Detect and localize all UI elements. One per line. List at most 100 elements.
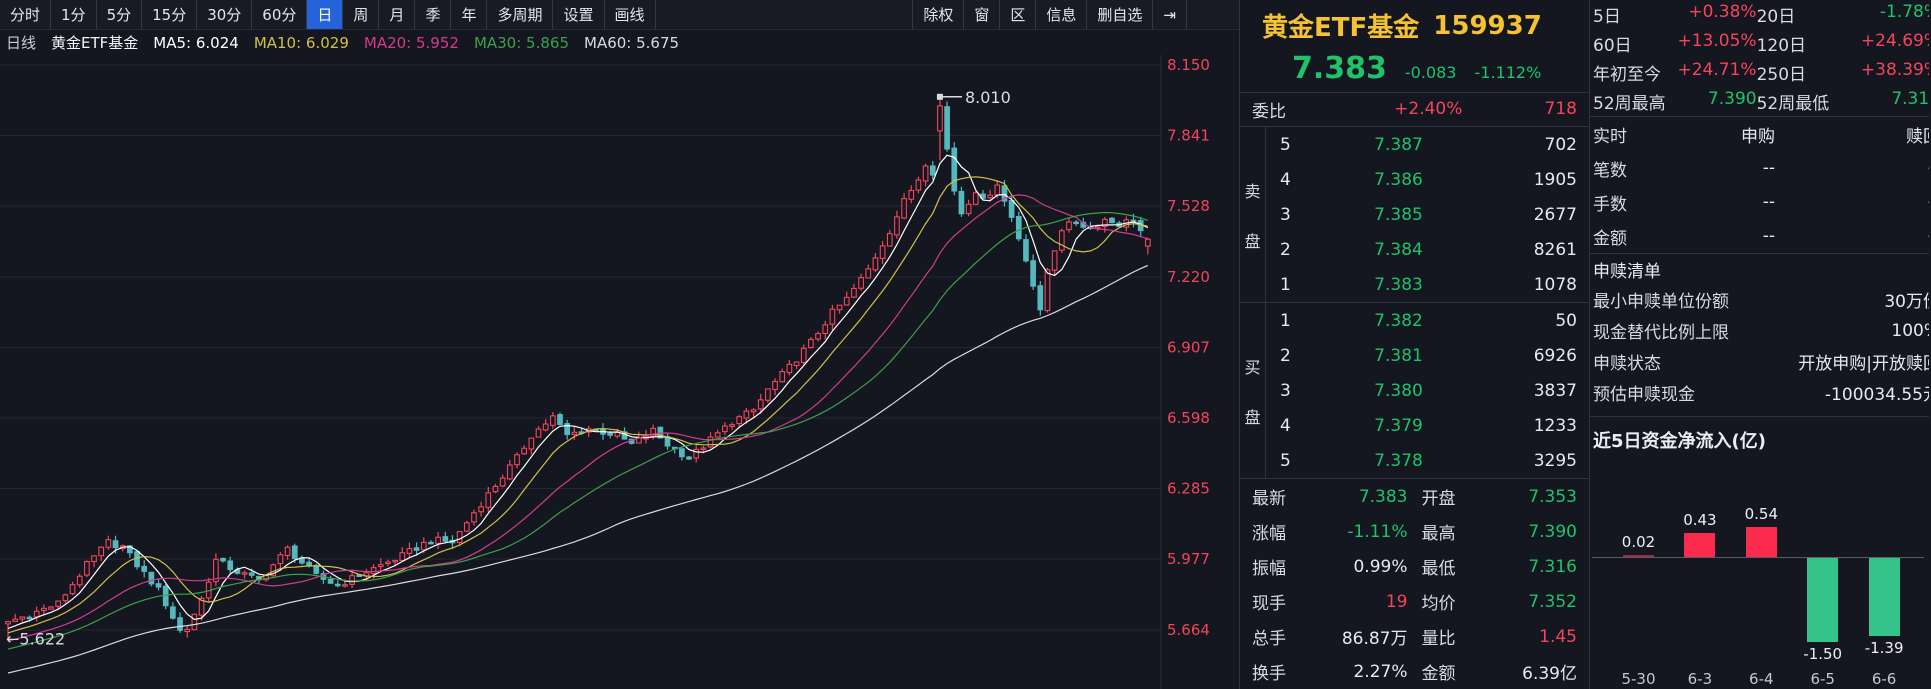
perf-label: 120日 <box>1757 31 1806 56</box>
ask-row-3[interactable]: 37.3852677 <box>1266 197 1589 232</box>
period-tab-季[interactable]: 季 <box>415 0 451 29</box>
redemption-label: 最小申赎单位份额 <box>1593 287 1729 312</box>
perf-label: 250日 <box>1757 60 1806 85</box>
ma-legend-item-2: MA20: 5.952 <box>364 34 459 52</box>
candle-body <box>902 199 907 218</box>
stat-value: 19 <box>1310 592 1408 612</box>
candle-body <box>1031 261 1036 286</box>
candle-body <box>543 424 548 430</box>
candle-body <box>27 617 32 618</box>
period-tab-15分[interactable]: 15分 <box>142 0 197 29</box>
bid-row-1[interactable]: 17.38250 <box>1266 303 1589 338</box>
candle-body <box>249 573 254 575</box>
collapse-right-icon[interactable]: ⇥ <box>1153 0 1187 29</box>
toolbar-item-窗[interactable]: 窗 <box>964 0 1000 29</box>
candle-body <box>973 193 978 205</box>
perf-row-3: 52周最高7.39052周最低7.316 <box>1590 87 1929 116</box>
candle-body <box>1024 240 1029 261</box>
perf-half: 5日+0.38% <box>1593 2 1757 27</box>
candle-body <box>242 573 247 574</box>
price-change: -0.083 <box>1405 63 1457 82</box>
bid-row-5[interactable]: 57.3783295 <box>1266 443 1589 478</box>
candle-body <box>930 166 935 175</box>
period-tab-30分[interactable]: 30分 <box>197 0 252 29</box>
weicha-value: 718 <box>1545 99 1577 119</box>
ask-row-5[interactable]: 57.387702 <box>1266 127 1589 162</box>
candle-body <box>1060 231 1065 250</box>
redemption-row-1: 现金替代比例上限100% <box>1590 315 1929 346</box>
toolbar-item-信息[interactable]: 信息 <box>1036 0 1087 29</box>
toolbar-item-区[interactable]: 区 <box>1000 0 1036 29</box>
level-price: 7.385 <box>1310 205 1487 225</box>
candle-body <box>429 542 434 543</box>
y-axis-label: 5.664 <box>1167 621 1210 639</box>
stat-row-2: 振幅0.99%最低7.316 <box>1240 549 1589 584</box>
stat-label: 总手 <box>1252 624 1310 649</box>
candle-body <box>171 607 176 618</box>
chart-section: 分时1分5分15分30分60分日周月季年多周期设置画线 除权窗区信息删自选⇥ 日… <box>0 0 1240 689</box>
level-volume: 1905 <box>1487 170 1577 190</box>
flow-bar-5-30 <box>1623 555 1654 557</box>
redemption-label: 现金替代比例上限 <box>1593 318 1729 343</box>
period-tab-设置[interactable]: 设置 <box>553 0 604 29</box>
candle-body <box>680 449 685 457</box>
candle-body <box>1009 201 1014 218</box>
candle-body <box>278 555 283 564</box>
candle-body <box>1016 217 1021 239</box>
level-label: 5 <box>1280 451 1310 471</box>
candle-body <box>945 107 950 149</box>
stat-label: 金额 <box>1422 659 1480 684</box>
bid-row-3[interactable]: 37.3803837 <box>1266 373 1589 408</box>
period-tab-年[interactable]: 年 <box>451 0 487 29</box>
level-label: 1 <box>1280 311 1310 331</box>
ask-row-2[interactable]: 27.3848261 <box>1266 232 1589 267</box>
candle-body <box>1146 239 1151 246</box>
candle-body <box>723 426 728 432</box>
period-tab-日[interactable]: 日 <box>307 0 343 29</box>
candle-body <box>149 572 154 584</box>
redemption-value: 30万份 <box>1884 287 1929 312</box>
ask-row-1[interactable]: 17.3831078 <box>1266 267 1589 302</box>
stat-value: 0.99% <box>1310 557 1408 577</box>
perf-value: +24.69% <box>1861 31 1929 56</box>
candle-body <box>400 553 405 561</box>
candle-body <box>859 278 864 289</box>
kline-chart-wrap: 8.1507.8417.5287.2206.9076.5986.2855.977… <box>0 55 1240 689</box>
toolbar-item-删自选[interactable]: 删自选 <box>1087 0 1153 29</box>
period-tab-多周期[interactable]: 多周期 <box>487 0 553 29</box>
realtime-value: -- <box>1775 158 1929 178</box>
candle-body <box>335 584 340 585</box>
perf-row-0: 5日+0.38%20日-1.78% <box>1590 0 1929 29</box>
candle-body <box>350 576 355 585</box>
y-axis-label: 6.598 <box>1167 409 1210 427</box>
ask-book: 卖盘 57.38770247.386190537.385267727.38482… <box>1240 127 1589 303</box>
perf-label: 52周最低 <box>1757 89 1830 114</box>
level-volume: 1233 <box>1487 416 1577 436</box>
ask-row-4[interactable]: 47.3861905 <box>1266 162 1589 197</box>
period-tab-分时[interactable]: 分时 <box>0 0 51 29</box>
candle-body <box>1038 286 1043 310</box>
flow-x-label: 6-3 <box>1670 670 1730 688</box>
candle-body <box>135 552 140 567</box>
bid-row-4[interactable]: 47.3791233 <box>1266 408 1589 443</box>
candle-body <box>787 364 792 372</box>
perf-half: 60日+13.05% <box>1593 31 1757 56</box>
candle-body <box>343 585 348 586</box>
period-tab-60分[interactable]: 60分 <box>252 0 307 29</box>
period-tab-周[interactable]: 周 <box>343 0 379 29</box>
period-tab-5分[interactable]: 5分 <box>97 0 143 29</box>
level-label: 2 <box>1280 240 1310 260</box>
candle-body <box>13 619 18 621</box>
period-tab-画线[interactable]: 画线 <box>605 0 656 29</box>
flow-x-label: 6-5 <box>1793 670 1853 688</box>
candle-body <box>744 411 749 418</box>
candle-body <box>292 546 297 559</box>
level-label: 3 <box>1280 205 1310 225</box>
bid-row-2[interactable]: 27.3816926 <box>1266 338 1589 373</box>
toolbar-item-除权[interactable]: 除权 <box>912 0 964 29</box>
kline-chart[interactable]: 8.1507.8417.5287.2206.9076.5986.2855.977… <box>0 55 1240 689</box>
ma-legend-item-4: MA60: 5.675 <box>584 34 679 52</box>
stat-label: 涨幅 <box>1252 519 1310 544</box>
period-tab-月[interactable]: 月 <box>379 0 415 29</box>
period-tab-1分[interactable]: 1分 <box>51 0 97 29</box>
